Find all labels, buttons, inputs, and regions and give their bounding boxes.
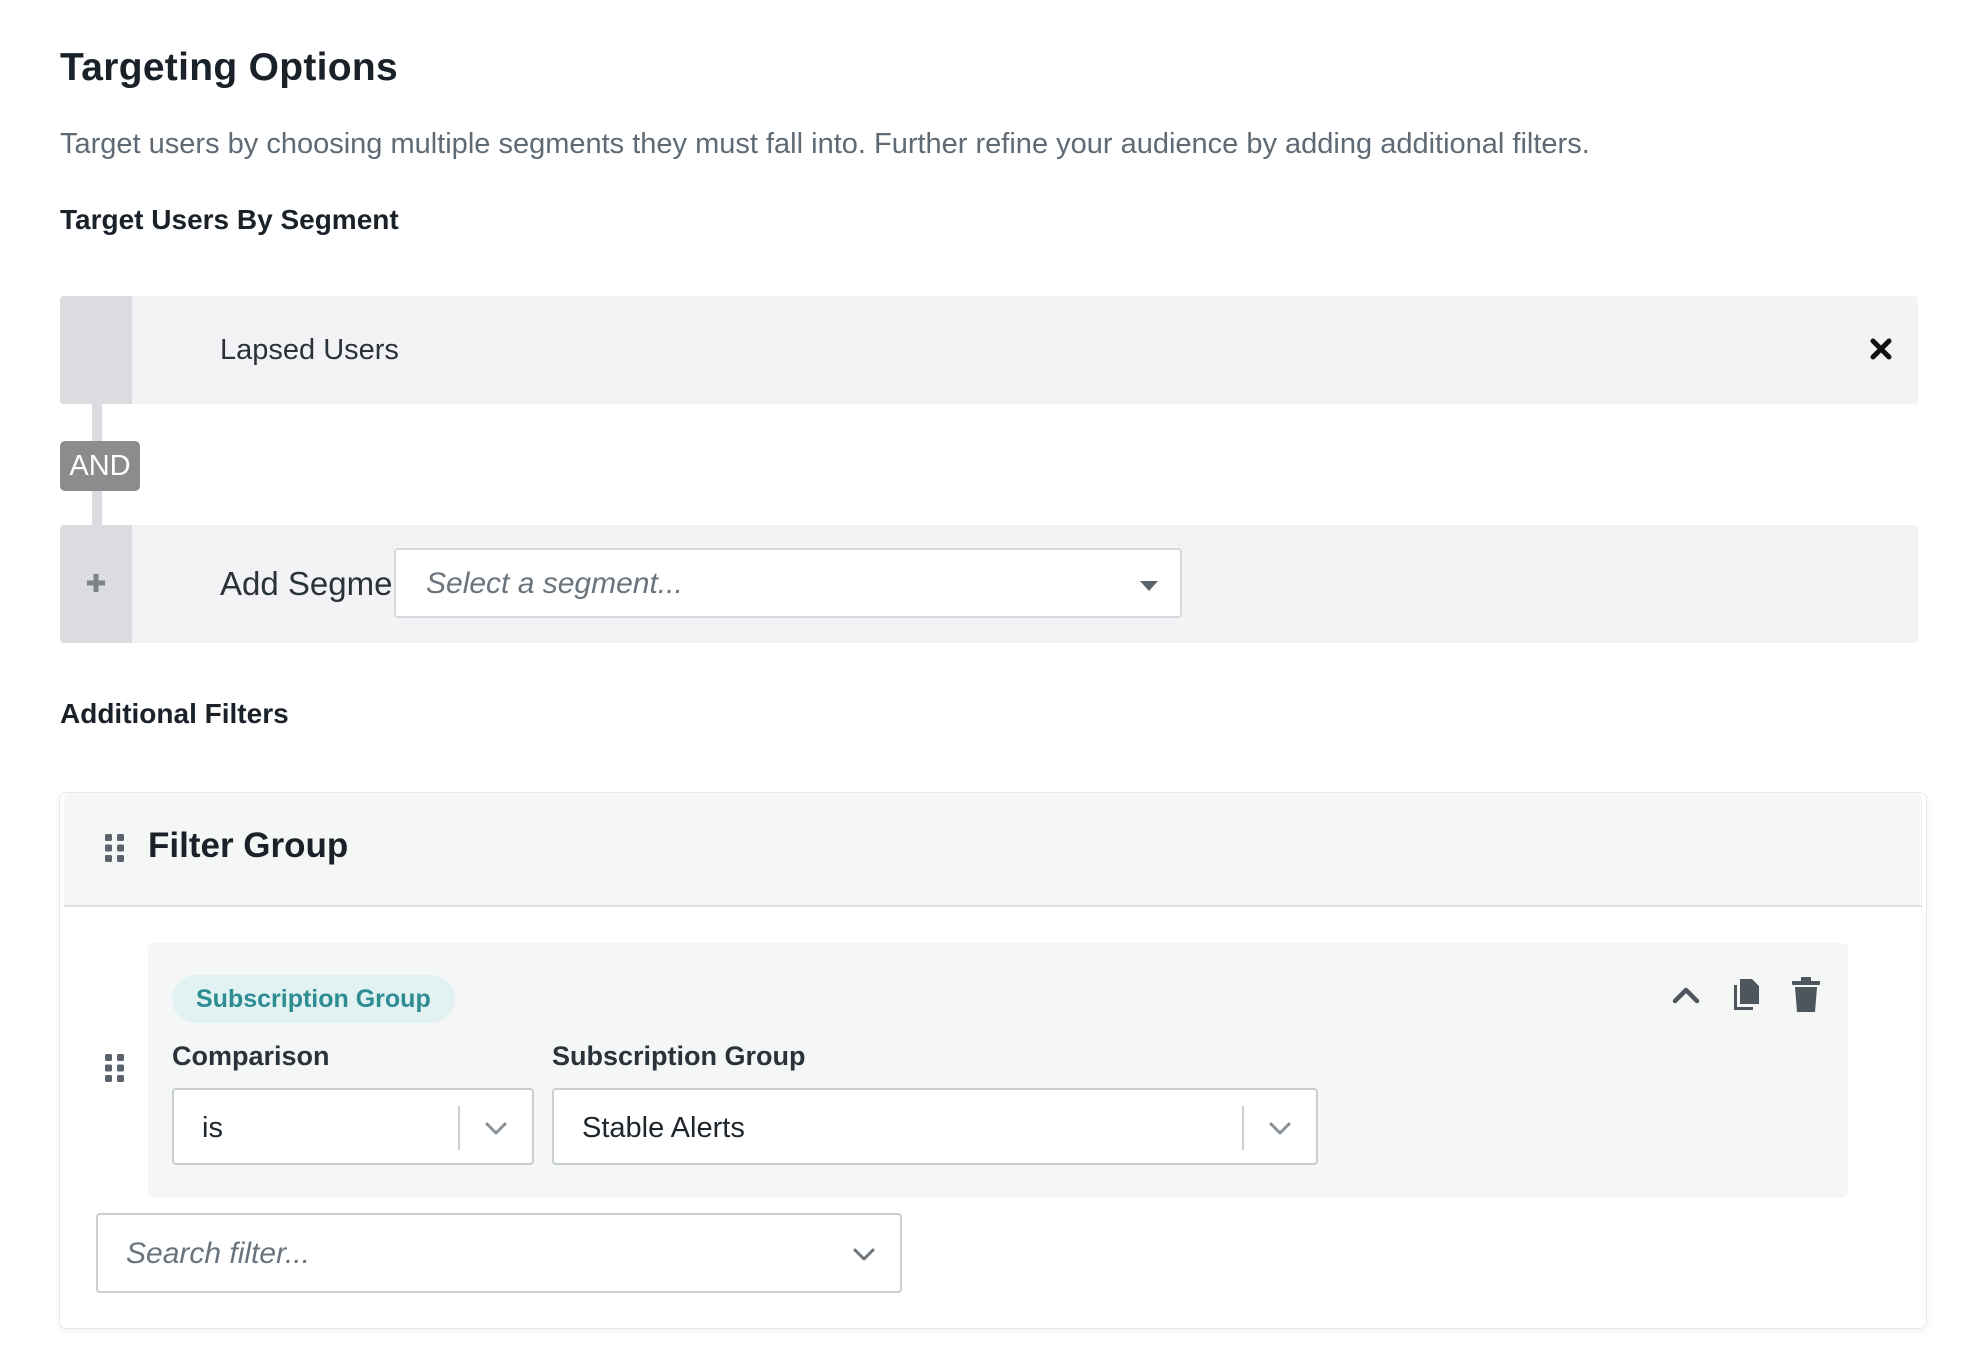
comparison-label: Comparison — [172, 1041, 330, 1071]
search-filter-placeholder: Search filter... — [126, 1237, 310, 1270]
filter-item: Subscription Group Comparison Subscripti… — [148, 943, 1848, 1198]
trash-icon[interactable] — [1786, 975, 1826, 1015]
plus-icon — [82, 569, 110, 597]
chevron-down-icon — [482, 1114, 510, 1142]
subscription-group-value: Stable Alerts — [582, 1112, 745, 1144]
comparison-value: is — [202, 1112, 223, 1144]
filter-drag-handle-icon[interactable] — [104, 1053, 126, 1088]
and-badge: AND — [60, 441, 140, 491]
filter-type-pill: Subscription Group — [172, 975, 455, 1023]
select-separator — [458, 1106, 460, 1150]
segment-name: Lapsed Users — [220, 334, 399, 366]
page-title: Targeting Options — [60, 46, 399, 89]
segment-rail — [60, 296, 132, 404]
segment-rail — [60, 525, 132, 643]
segment-row-lapsed-users: Lapsed Users — [60, 296, 1918, 404]
chevron-down-icon — [1266, 1114, 1294, 1142]
segment-select[interactable]: Select a segment... — [394, 548, 1182, 618]
chevron-up-icon[interactable] — [1666, 975, 1706, 1015]
drag-handle-icon[interactable] — [104, 833, 126, 868]
page-description: Target users by choosing multiple segmen… — [60, 128, 1590, 160]
caret-down-icon — [1140, 581, 1158, 591]
targeting-options-page: Targeting Options Target users by choosi… — [0, 0, 1980, 1346]
segment-select-placeholder: Select a segment... — [426, 567, 683, 600]
filters-section-label: Additional Filters — [60, 698, 289, 729]
close-icon[interactable] — [1864, 332, 1898, 366]
comparison-select[interactable]: is — [172, 1088, 534, 1165]
subscription-group-select[interactable]: Stable Alerts — [552, 1088, 1318, 1165]
segment-section-label: Target Users By Segment — [60, 204, 399, 235]
add-segment-label: Add Segment — [220, 565, 420, 602]
filter-group-header: Filter Group — [64, 793, 1922, 907]
search-filter-input[interactable]: Search filter... — [96, 1213, 902, 1293]
chevron-down-icon — [850, 1240, 878, 1268]
filter-group-title: Filter Group — [148, 826, 349, 865]
filter-group-card: Filter Group Subscription Group Comparis… — [60, 793, 1926, 1328]
select-separator — [1242, 1106, 1244, 1150]
copy-icon[interactable] — [1726, 975, 1766, 1015]
add-segment-row: Add Segment Select a segment... — [60, 525, 1918, 643]
subscription-group-label: Subscription Group — [552, 1041, 806, 1071]
